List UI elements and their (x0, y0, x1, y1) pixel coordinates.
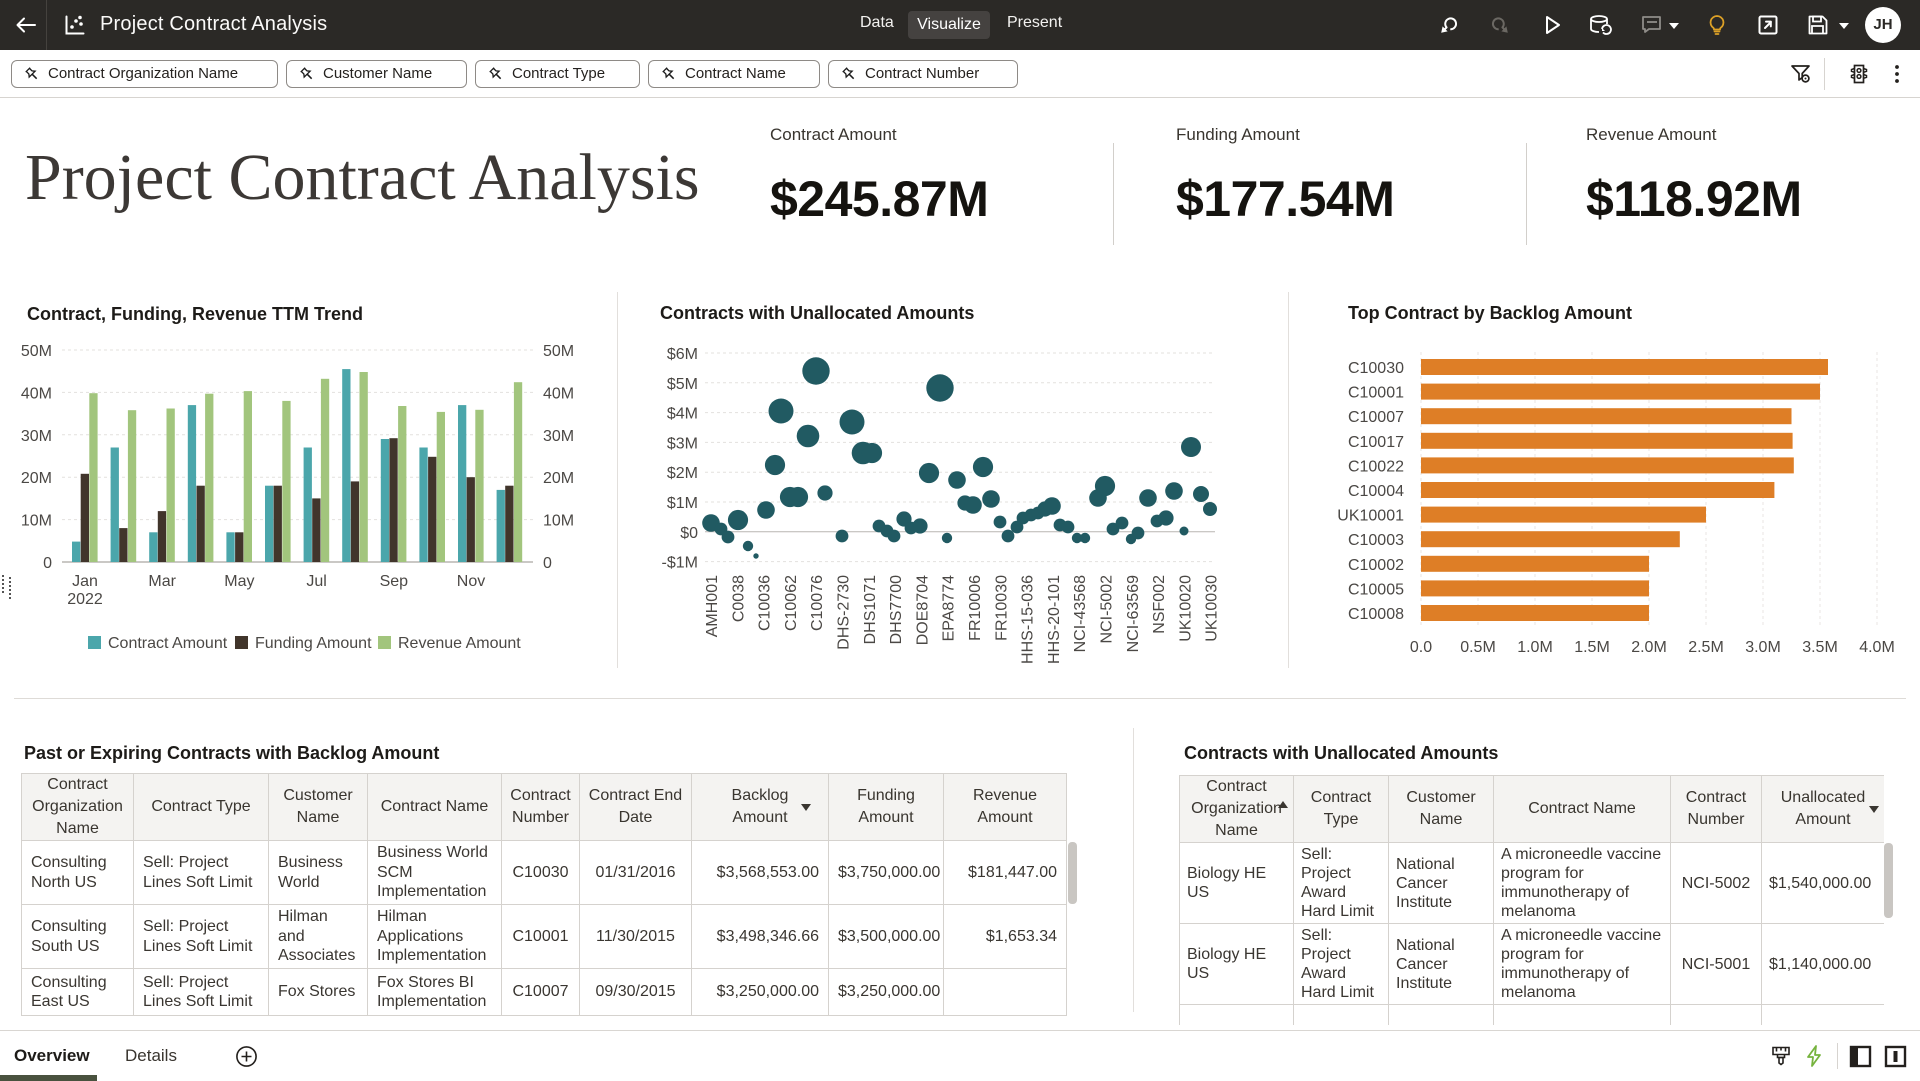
svg-text:Mar: Mar (148, 573, 176, 590)
svg-text:HHS-15-036: HHS-15-036 (1020, 575, 1037, 664)
svg-text:NCI-63569: NCI-63569 (1125, 575, 1142, 652)
svg-text:C10004: C10004 (1348, 483, 1404, 500)
svg-text:4.0M: 4.0M (1859, 639, 1895, 656)
svg-text:50M: 50M (21, 343, 52, 360)
svg-text:HHS-20-101: HHS-20-101 (1046, 575, 1063, 664)
svg-text:C10076: C10076 (809, 575, 826, 631)
svg-text:50M: 50M (543, 343, 574, 360)
svg-text:C10017: C10017 (1348, 434, 1404, 451)
svg-text:DHS-2730: DHS-2730 (836, 575, 853, 650)
svg-text:$6M: $6M (667, 346, 698, 363)
svg-text:0.0: 0.0 (1410, 639, 1432, 656)
svg-text:C10003: C10003 (1348, 532, 1404, 549)
svg-text:DHS7700: DHS7700 (888, 575, 905, 644)
svg-text:$2M: $2M (667, 465, 698, 482)
svg-text:C10062: C10062 (783, 575, 800, 631)
svg-text:FR10030: FR10030 (993, 575, 1010, 641)
svg-text:$0: $0 (680, 525, 698, 542)
svg-text:EPA8774: EPA8774 (941, 575, 958, 642)
svg-text:Jan: Jan (72, 573, 98, 590)
svg-text:C10030: C10030 (1348, 360, 1404, 377)
svg-text:40M: 40M (21, 385, 52, 402)
svg-text:30M: 30M (543, 428, 574, 445)
svg-text:May: May (224, 573, 254, 590)
svg-text:20M: 20M (543, 470, 574, 487)
svg-text:1.0M: 1.0M (1517, 639, 1553, 656)
svg-text:FR10006: FR10006 (967, 575, 984, 641)
svg-text:0.5M: 0.5M (1460, 639, 1496, 656)
svg-text:DOE8704: DOE8704 (914, 575, 931, 645)
svg-text:UK10030: UK10030 (1204, 575, 1221, 642)
svg-text:NCI-43568: NCI-43568 (1072, 575, 1089, 652)
svg-text:C10022: C10022 (1348, 458, 1404, 475)
svg-text:1.5M: 1.5M (1574, 639, 1610, 656)
svg-text:0: 0 (543, 555, 552, 572)
svg-text:3.0M: 3.0M (1745, 639, 1781, 656)
svg-text:$5M: $5M (667, 376, 698, 393)
svg-text:C10008: C10008 (1348, 606, 1404, 623)
svg-text:C10002: C10002 (1348, 557, 1404, 574)
svg-text:10M: 10M (21, 513, 52, 530)
svg-text:UK10001: UK10001 (1337, 508, 1404, 525)
svg-text:0: 0 (43, 555, 52, 572)
svg-text:30M: 30M (21, 428, 52, 445)
svg-text:-$1M: -$1M (662, 555, 698, 572)
svg-text:$1M: $1M (667, 495, 698, 512)
svg-text:$3M: $3M (667, 435, 698, 452)
svg-text:Contract Amount: Contract Amount (108, 635, 228, 652)
svg-text:Sep: Sep (380, 573, 409, 590)
svg-text:C10005: C10005 (1348, 581, 1404, 598)
svg-text:2.0M: 2.0M (1631, 639, 1667, 656)
svg-text:C10007: C10007 (1348, 409, 1404, 426)
svg-text:$4M: $4M (667, 406, 698, 423)
svg-text:C0038: C0038 (730, 575, 747, 622)
svg-text:10M: 10M (543, 513, 574, 530)
svg-text:Jul: Jul (306, 573, 326, 590)
svg-text:NSF002: NSF002 (1151, 575, 1168, 634)
svg-text:AMH001: AMH001 (704, 575, 721, 637)
svg-text:2022: 2022 (67, 591, 103, 608)
svg-text:3.5M: 3.5M (1802, 639, 1838, 656)
svg-text:20M: 20M (21, 470, 52, 487)
svg-text:2.5M: 2.5M (1688, 639, 1724, 656)
svg-text:Revenue Amount: Revenue Amount (398, 635, 521, 652)
svg-text:C10036: C10036 (757, 575, 774, 631)
svg-text:40M: 40M (543, 385, 574, 402)
svg-text:DHS1071: DHS1071 (862, 575, 879, 644)
svg-text:Funding Amount: Funding Amount (255, 635, 372, 652)
svg-text:UK10020: UK10020 (1177, 575, 1194, 642)
svg-text:Nov: Nov (457, 573, 485, 590)
svg-text:C10001: C10001 (1348, 385, 1404, 402)
svg-text:NCI-5002: NCI-5002 (1099, 575, 1116, 644)
